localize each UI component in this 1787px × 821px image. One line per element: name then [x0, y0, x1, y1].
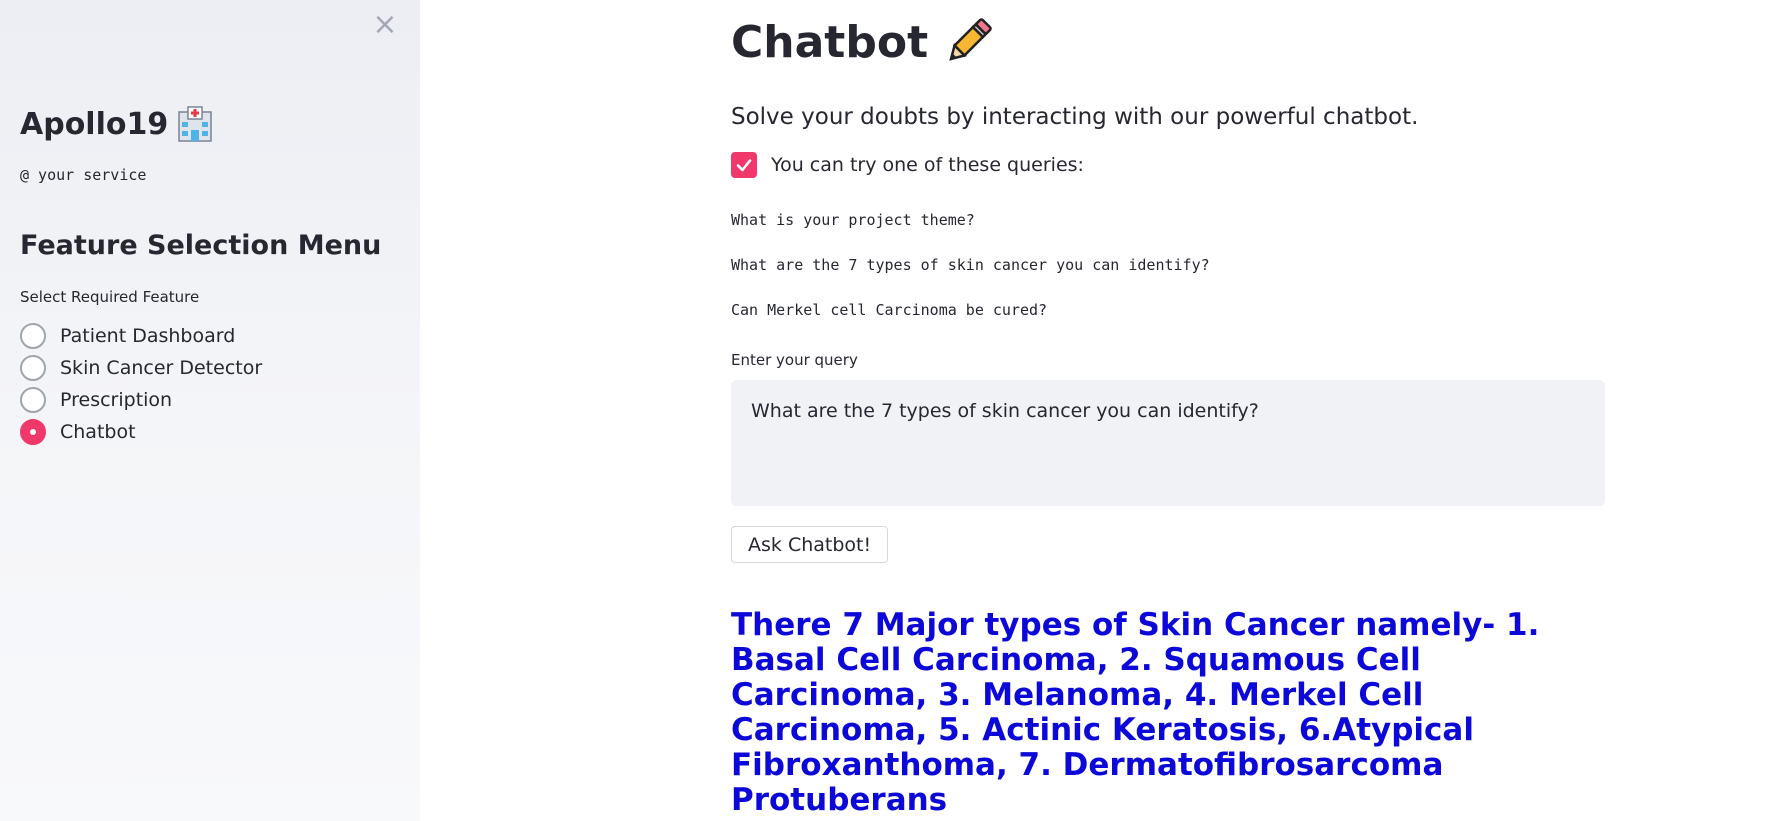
radio-option-prescription[interactable]: Prescription [20, 384, 262, 416]
radio-option-label: Skin Cancer Detector [60, 357, 263, 379]
radio-button[interactable] [20, 387, 46, 413]
radio-button[interactable] [20, 355, 46, 381]
feature-radio-group: Patient Dashboard Skin Cancer Detector P… [20, 320, 262, 448]
example-query: What are the 7 types of skin cancer you … [731, 256, 1210, 274]
example-queries: What is your project theme? What are the… [731, 210, 1210, 345]
ask-chatbot-button[interactable]: Ask Chatbot! [731, 526, 889, 563]
hospital-icon [178, 106, 212, 142]
example-query: Can Merkel cell Carcinoma be cured? [731, 301, 1048, 319]
radio-group-label: Select Required Feature [20, 288, 200, 306]
chatbot-answer: There 7 Major types of Skin Cancer namel… [731, 607, 1540, 818]
checkbox-label: You can try one of these queries: [771, 154, 1084, 176]
radio-option-patient-dashboard[interactable]: Patient Dashboard [20, 320, 262, 352]
tagline: @ your service [20, 166, 147, 184]
radio-option-chatbot[interactable]: Chatbot [20, 416, 262, 448]
radio-option-label: Patient Dashboard [60, 325, 236, 347]
checkbox-checked[interactable] [731, 152, 757, 178]
example-query: What is your project theme? [731, 211, 975, 229]
radio-option-label: Chatbot [60, 421, 136, 443]
radio-button-selected[interactable] [20, 419, 46, 445]
check-icon [736, 159, 752, 172]
close-sidebar-icon[interactable]: × [370, 10, 400, 40]
pencil-icon [940, 14, 996, 70]
menu-title: Feature Selection Menu [20, 230, 382, 261]
page-title-text: Chatbot [731, 16, 929, 68]
sidebar: × Apollo19 @ your service Feature Select… [0, 0, 420, 821]
query-textarea[interactable]: What are the 7 types of skin cancer you … [731, 380, 1605, 506]
brand-title: Apollo19 [20, 106, 169, 142]
page-title: Chatbot [731, 14, 996, 70]
subtitle: Solve your doubts by interacting with ou… [731, 104, 1419, 130]
brand: Apollo19 [20, 106, 212, 142]
radio-button[interactable] [20, 323, 46, 349]
show-queries-checkbox[interactable]: You can try one of these queries: [731, 152, 1084, 178]
query-input-label: Enter your query [731, 351, 858, 369]
radio-option-label: Prescription [60, 389, 173, 411]
radio-option-skin-cancer-detector[interactable]: Skin Cancer Detector [20, 352, 262, 384]
